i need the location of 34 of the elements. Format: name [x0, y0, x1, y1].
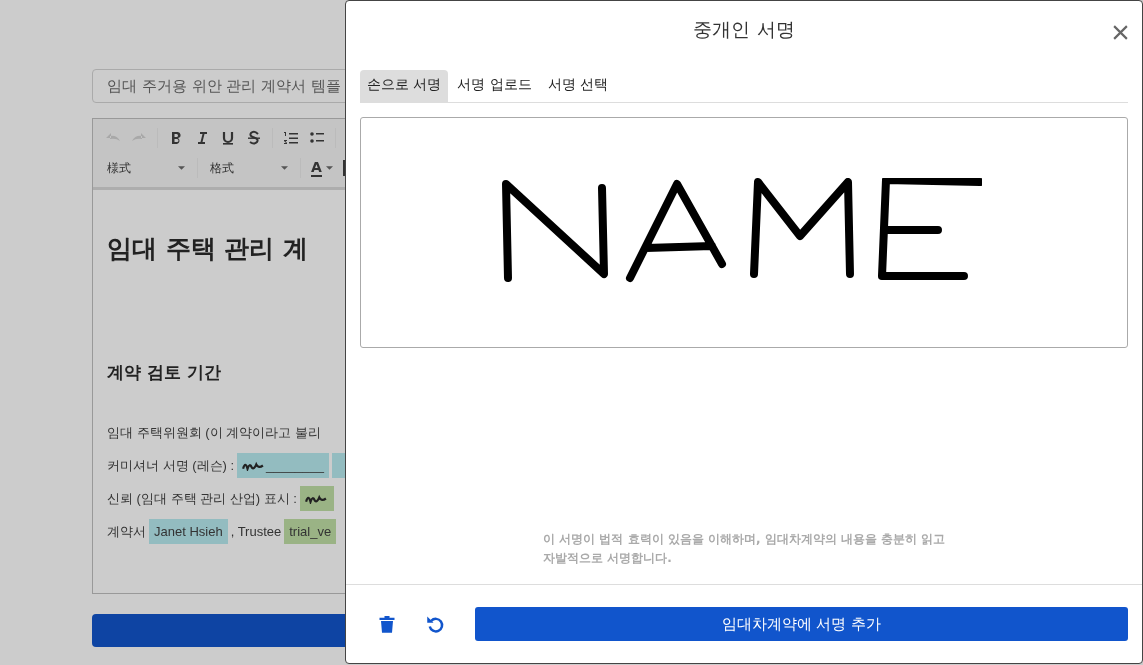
- body-text: , Trustee: [230, 524, 282, 539]
- format-dropdown[interactable]: 格式: [208, 159, 290, 177]
- style-dropdown[interactable]: 様式: [105, 159, 187, 177]
- numbered-list-icon[interactable]: [283, 130, 299, 146]
- section-heading: 계약 검토 기간: [107, 361, 222, 384]
- tab[interactable]: 서명 업로드: [450, 70, 539, 102]
- tab[interactable]: 손으로 서명: [360, 70, 449, 102]
- body-text: 임대 주택위원회 (이 계약이라고 불리: [107, 423, 321, 442]
- bullet-list-icon[interactable]: [309, 130, 325, 146]
- merge-field[interactable]: Janet Hsieh: [149, 519, 228, 544]
- signature-field[interactable]: [299, 486, 334, 511]
- signature-icon: [304, 493, 327, 504]
- field-label: 신뢰 (임대 주택 관리 산업) 표시 :: [107, 489, 297, 508]
- merge-field[interactable]: trial_ve: [284, 519, 337, 544]
- document-heading: 임대 주택 관리 계: [107, 233, 310, 265]
- add-signature-button[interactable]: 임대차계약에 서명 추가: [475, 607, 1128, 641]
- signature-line: ________: [266, 458, 324, 473]
- caret-icon: [178, 166, 185, 170]
- caret-icon: [281, 166, 288, 170]
- disclaimer-text: 이 서명이 법적 효력이 있음을 이해하며, 임대차계약의 내용을 충분히 읽고 자발적으로 서명합니다.: [543, 531, 947, 567]
- field-label: 커미셔너 서명 (레슨) :: [107, 456, 235, 475]
- caret-icon: [325, 166, 333, 170]
- undo-icon[interactable]: [426, 614, 446, 634]
- signature-field[interactable]: ________: [237, 453, 329, 478]
- trash-icon[interactable]: [377, 614, 397, 634]
- signature-icon: [242, 460, 265, 471]
- signature-pad[interactable]: [360, 117, 1128, 348]
- underline-icon[interactable]: [220, 130, 236, 146]
- dialog-title: 중개인 서명: [693, 17, 795, 42]
- field-label: 계약서: [107, 522, 146, 541]
- close-icon[interactable]: [1112, 24, 1129, 41]
- text-color-button[interactable]: A: [311, 159, 333, 177]
- strikethrough-icon[interactable]: [246, 130, 262, 146]
- tab[interactable]: 서명 선택: [540, 70, 616, 102]
